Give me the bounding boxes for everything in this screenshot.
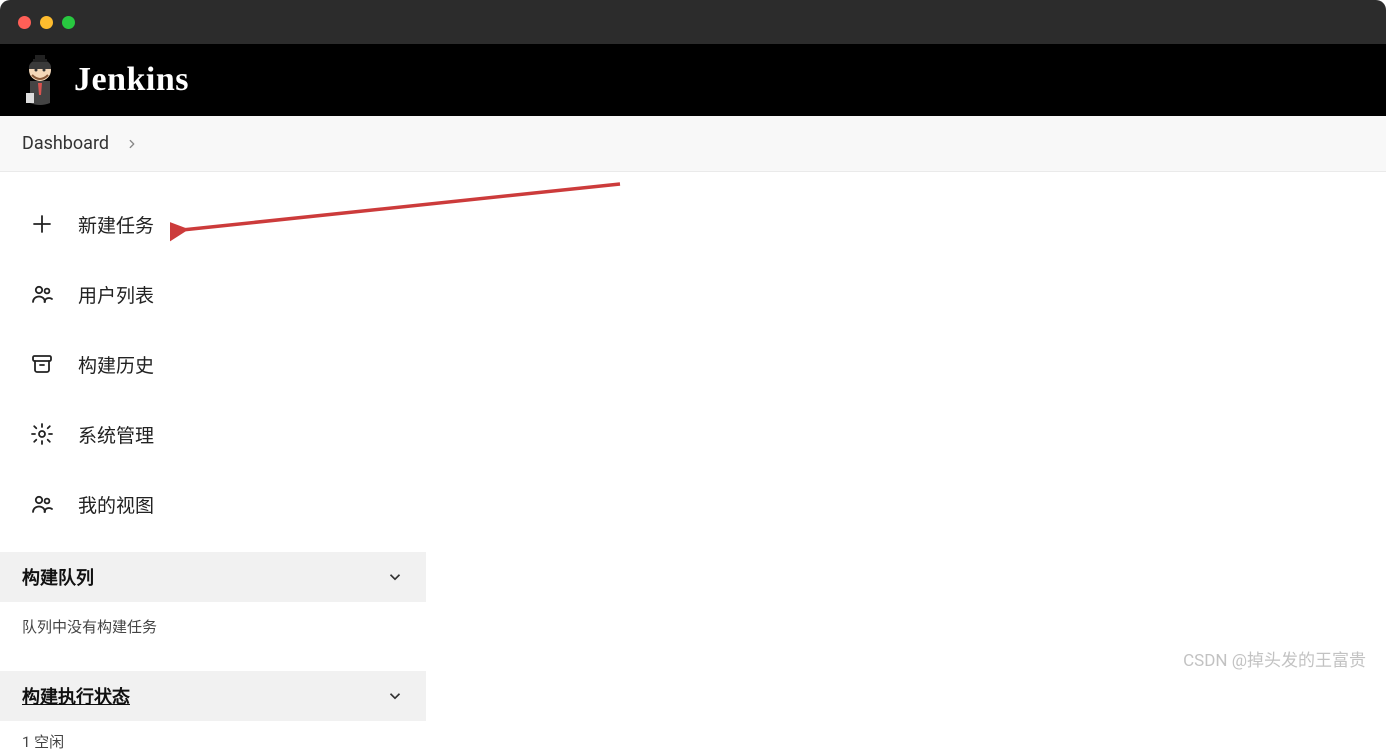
gear-icon <box>28 420 56 448</box>
sidebar-item-my-views[interactable]: 我的视图 <box>18 476 408 532</box>
people-icon <box>28 280 56 308</box>
chevron-down-icon <box>386 687 404 705</box>
watermark-text: CSDN @掉头发的王富贵 <box>1183 646 1366 671</box>
window-close-button[interactable] <box>18 16 31 29</box>
window-titlebar <box>0 0 1386 44</box>
breadcrumb-bar: Dashboard <box>0 116 1386 172</box>
archive-icon <box>28 350 56 378</box>
executor-status-text: 1 空闲 <box>22 733 64 751</box>
window-maximize-button[interactable] <box>62 16 75 29</box>
sidebar-item-build-history[interactable]: 构建历史 <box>18 336 408 392</box>
sidebar: 新建任务 用户列表 构建历史 系统管理 <box>0 172 426 752</box>
breadcrumb-item-dashboard[interactable]: Dashboard <box>22 133 109 154</box>
content-area: 新建任务 用户列表 构建历史 系统管理 <box>0 172 1386 752</box>
nav-list: 新建任务 用户列表 构建历史 系统管理 <box>0 196 426 532</box>
panel-header-executors[interactable]: 构建执行状态 <box>0 671 426 721</box>
brand-title: Jenkins <box>74 61 189 99</box>
queue-empty-text: 队列中没有构建任务 <box>22 618 157 636</box>
sidebar-item-manage[interactable]: 系统管理 <box>18 406 408 462</box>
sidebar-item-people[interactable]: 用户列表 <box>18 266 408 322</box>
sidebar-item-label: 新建任务 <box>78 211 154 238</box>
plus-icon <box>28 210 56 238</box>
panel-title[interactable]: 构建执行状态 <box>22 683 130 709</box>
panel-executors: 构建执行状态 1 空闲 <box>0 671 426 752</box>
panel-header-build-queue[interactable]: 构建队列 <box>0 552 426 602</box>
sidebar-item-label: 用户列表 <box>78 281 154 308</box>
sidebar-item-label: 构建历史 <box>78 351 154 378</box>
window-minimize-button[interactable] <box>40 16 53 29</box>
sidebar-item-label: 我的视图 <box>78 491 154 518</box>
panel-build-queue: 构建队列 队列中没有构建任务 <box>0 552 426 651</box>
panel-body-build-queue: 队列中没有构建任务 <box>0 602 426 651</box>
people-icon <box>28 490 56 518</box>
executor-row-1: 1 空闲 <box>0 721 426 752</box>
sidebar-item-label: 系统管理 <box>78 421 154 448</box>
sidebar-item-new-item[interactable]: 新建任务 <box>18 196 408 252</box>
chevron-right-icon <box>125 137 139 151</box>
panel-title: 构建队列 <box>22 564 94 590</box>
app-header: Jenkins <box>0 44 1386 116</box>
chevron-down-icon <box>386 568 404 586</box>
jenkins-logo-icon <box>20 55 60 105</box>
